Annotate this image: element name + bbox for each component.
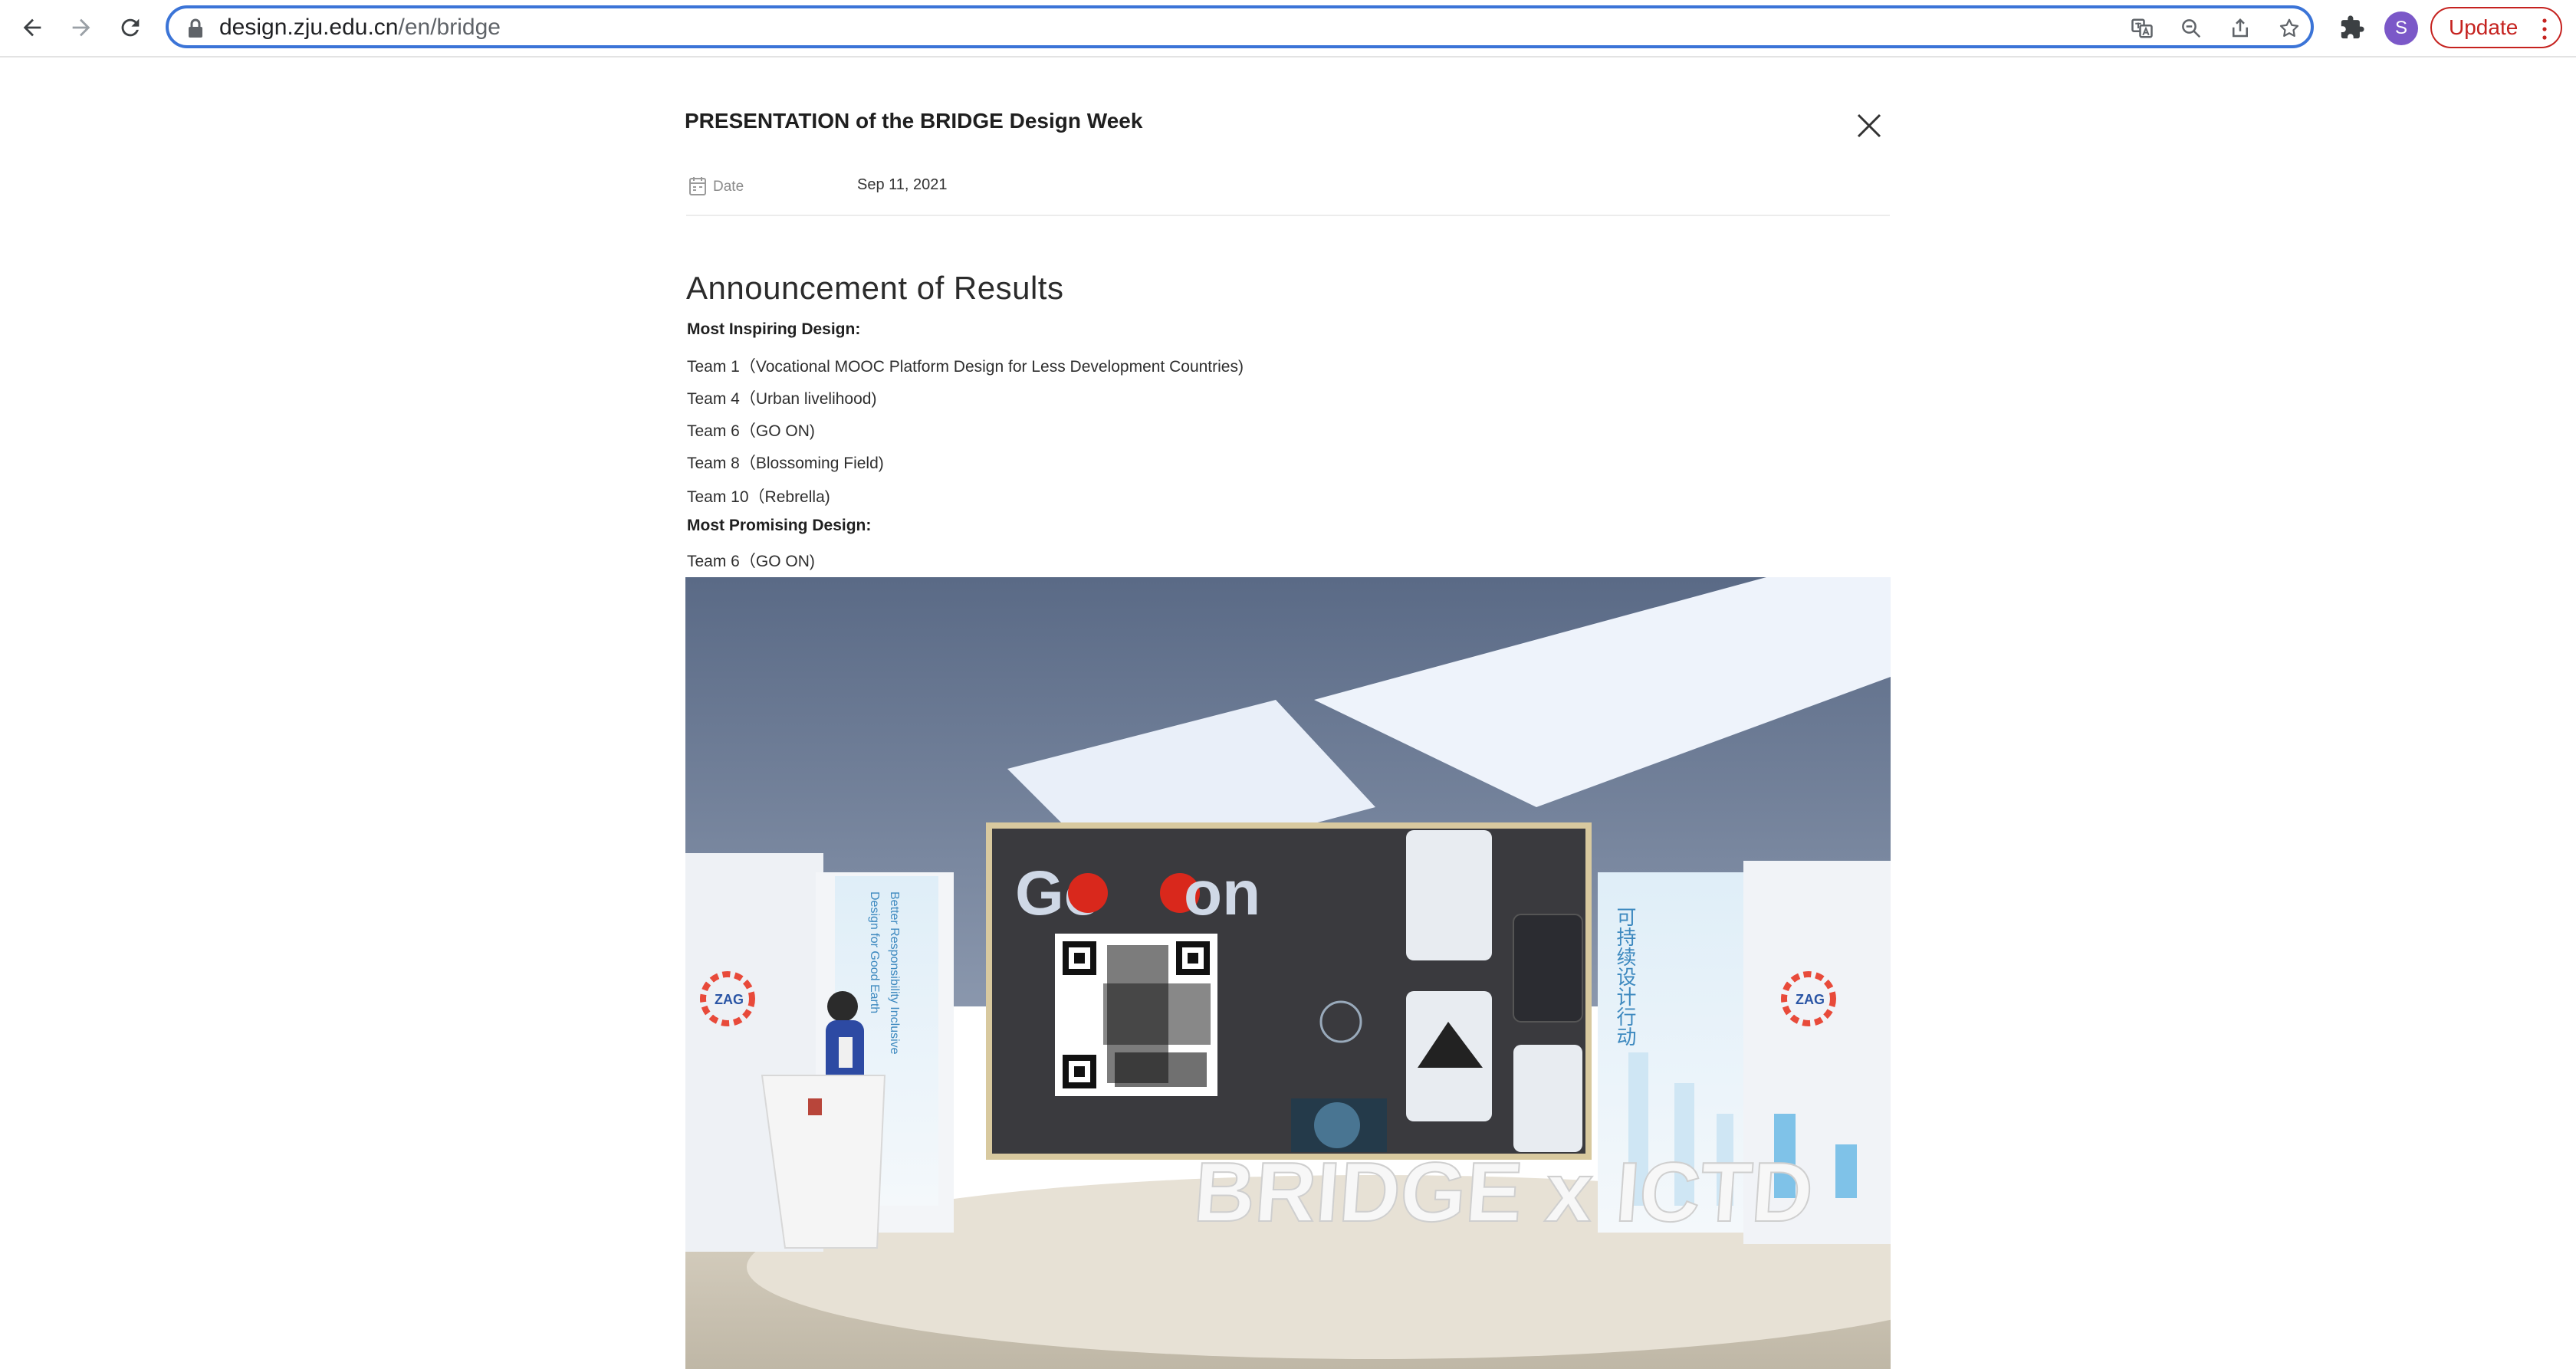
reload-icon — [121, 18, 140, 37]
date-label: Date — [713, 179, 744, 195]
result-line: Team 6（GO ON) — [687, 553, 815, 570]
share-icon — [2233, 18, 2248, 38]
url-path: /en/bridge — [398, 15, 501, 40]
update-label: Update — [2449, 15, 2518, 39]
update-button[interactable]: Update — [2430, 7, 2562, 48]
star-icon — [2279, 18, 2299, 37]
banner-left-text-1: Better Responsibility Inclusive — [888, 891, 901, 1055]
share-button[interactable] — [2226, 15, 2254, 42]
address-bar[interactable]: design.zju.edu.cn/en/bridge — [166, 5, 2314, 48]
result-line: Team 8（Blossoming Field) — [687, 455, 884, 472]
translate-icon — [2131, 18, 2153, 38]
reload-button[interactable] — [110, 8, 150, 48]
zoom-button[interactable] — [2177, 15, 2205, 42]
result-line: Team 6（GO ON) — [687, 422, 815, 440]
forward-button[interactable] — [61, 8, 101, 48]
screen-wordmark-on: on — [1184, 858, 1260, 928]
puzzle-icon — [2341, 15, 2364, 39]
browser-toolbar: design.zju.edu.cn/en/bridge S Update — [0, 0, 2576, 57]
category-heading: Most Promising Design: — [687, 517, 872, 534]
calendar-icon — [689, 177, 706, 195]
section-heading: Announcement of Results — [686, 270, 1064, 306]
profile-avatar[interactable]: S — [2384, 11, 2418, 45]
category-heading: Most Inspiring Design: — [687, 320, 861, 338]
more-vert-icon — [2542, 18, 2547, 40]
date-property: Date Sep 11, 2021 — [688, 176, 1889, 216]
close-icon[interactable] — [1854, 110, 1884, 141]
banner-left-text-2: Design for Good Earth — [868, 891, 881, 1013]
back-button[interactable] — [12, 8, 52, 48]
floor-letters: BRIDGE x ICTD — [1191, 1145, 1816, 1239]
translate-button[interactable] — [2128, 15, 2156, 42]
result-line: Team 10（Rebrella) — [687, 488, 830, 506]
url-host: design.zju.edu.cn — [219, 15, 399, 40]
url-text: design.zju.edu.cn/en/bridge — [219, 16, 501, 39]
event-photo: Better Responsibility Inclusive Design f… — [685, 577, 1891, 1369]
zoom-out-icon — [2182, 19, 2201, 38]
qr-code — [1055, 934, 1217, 1096]
logo-text-left: ZAG — [715, 992, 744, 1007]
page-title: PRESENTATION of the BRIDGE Design Week — [685, 109, 1143, 133]
arrow-left-icon — [23, 18, 41, 37]
result-line: Team 4（Urban livelihood) — [687, 390, 877, 408]
event-photo-illustration: Better Responsibility Inclusive Design f… — [685, 577, 1891, 1369]
extensions-button[interactable] — [2332, 8, 2372, 48]
arrow-right-icon — [72, 18, 90, 37]
date-value: Sep 11, 2021 — [857, 176, 948, 193]
result-line: Team 1（Vocational MOOC Platform Design f… — [687, 358, 1244, 376]
banner-right-text: 可持续设计行动 — [1613, 907, 1636, 1046]
bookmark-button[interactable] — [2275, 15, 2303, 42]
logo-text-right: ZAG — [1796, 992, 1825, 1007]
lock-icon — [189, 18, 202, 38]
divider — [686, 215, 1890, 216]
